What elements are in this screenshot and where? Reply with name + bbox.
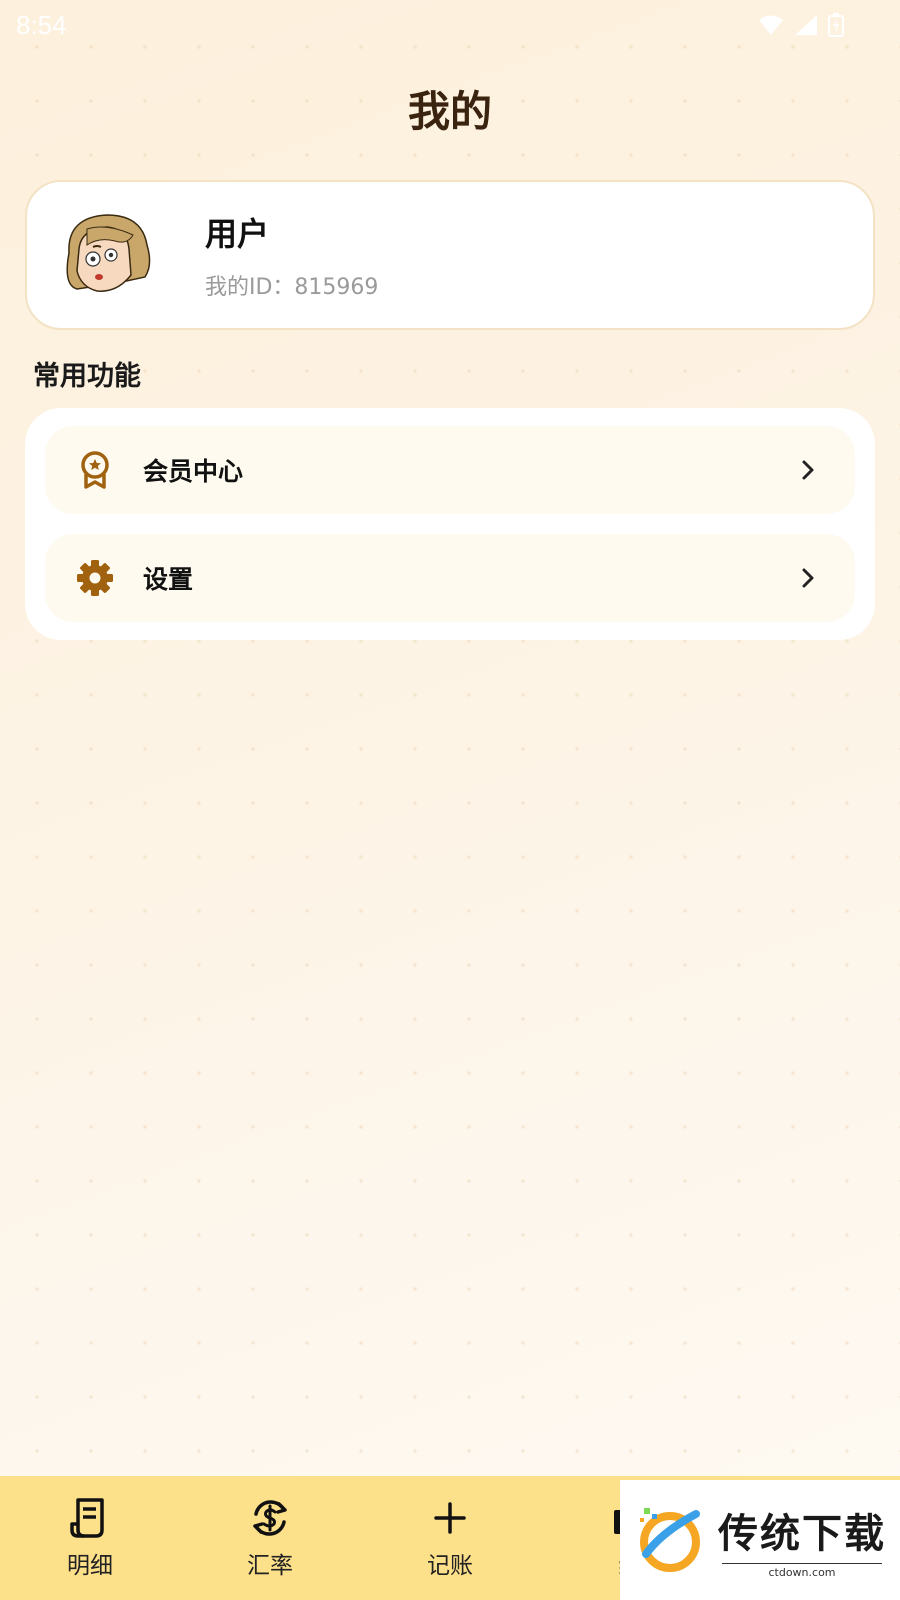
exchange-icon (253, 1500, 287, 1536)
chevron-right-icon (802, 568, 814, 588)
plus-icon (434, 1502, 466, 1534)
member-center-label: 会员中心 (143, 457, 244, 486)
watermark-subtitle: ctdown.com (722, 1563, 882, 1579)
section-title: 常用功能 (33, 361, 141, 392)
watermark-text: 传统下载 ctdown.com (718, 1501, 886, 1579)
member-center-item[interactable]: 会员中心 (45, 426, 855, 514)
username: 用户 (205, 215, 270, 253)
user-id: 我的ID：815969 (205, 275, 379, 300)
watermark-logo-icon (640, 1508, 700, 1572)
receipt-icon (70, 1498, 104, 1538)
avatar[interactable] (57, 205, 157, 305)
status-time: 8:54 (16, 9, 67, 40)
gear-icon (77, 560, 113, 596)
tab-bookkeeping[interactable]: 记账 (360, 1476, 540, 1600)
tab-bookkeeping-label: 记账 (427, 1553, 473, 1579)
tab-details[interactable]: 明细 (0, 1476, 180, 1600)
profile-text: 用户 我的ID：815969 (205, 209, 378, 301)
status-bar: 8:54 (0, 0, 900, 50)
page-title: 我的 (407, 87, 492, 136)
settings-item[interactable]: 设置 (45, 534, 855, 622)
signal-icon (795, 15, 817, 35)
tab-details-label: 明细 (67, 1553, 113, 1579)
settings-label: 设置 (143, 565, 194, 594)
wifi-icon (759, 15, 783, 35)
function-list: 会员中心 设置 (25, 408, 875, 640)
watermark: 传统下载 ctdown.com (620, 1480, 900, 1600)
profile-card[interactable]: 用户 我的ID：815969 (25, 180, 875, 330)
badge-icon (81, 451, 109, 489)
status-icons (758, 13, 844, 37)
battery-charging-icon (828, 13, 844, 37)
tab-exchange-rate[interactable]: 汇率 (180, 1476, 360, 1600)
chevron-right-icon (802, 460, 814, 480)
tab-exchange-rate-label: 汇率 (247, 1553, 293, 1579)
watermark-title: 传统下载 (718, 1511, 886, 1557)
